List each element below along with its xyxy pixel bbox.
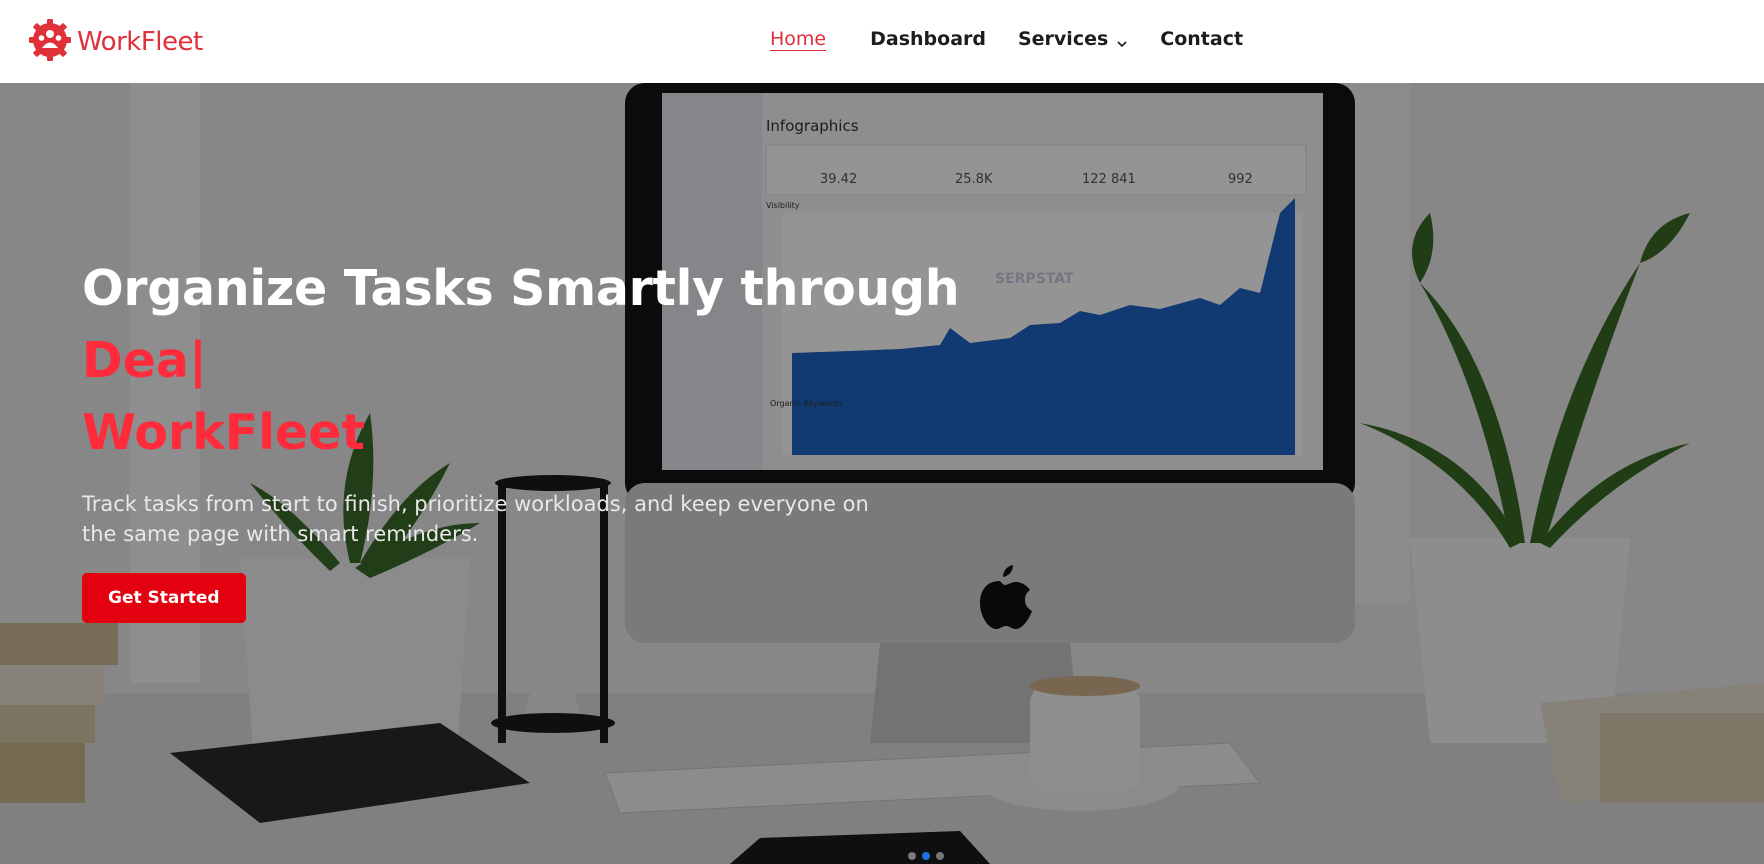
logo[interactable]: WorkFleet bbox=[27, 17, 203, 68]
slider-dot[interactable] bbox=[936, 852, 944, 860]
hero-brand-line: WorkFleet bbox=[82, 404, 365, 461]
nav-contact[interactable]: Contact bbox=[1160, 28, 1243, 50]
hero-description: Track tasks from start to finish, priori… bbox=[82, 492, 869, 546]
slider-dots bbox=[908, 852, 944, 860]
brand-name: WorkFleet bbox=[77, 27, 203, 57]
hero-content: Organize Tasks Smartly through Dea| Work… bbox=[82, 253, 982, 623]
team-gear-icon bbox=[27, 17, 73, 68]
chevron-down-icon bbox=[1116, 33, 1128, 48]
site-header: WorkFleet Home Dashboard Services Contac… bbox=[0, 0, 1764, 83]
get-started-button[interactable]: Get Started bbox=[82, 573, 246, 623]
hero-section: Infographics 39.42 25.8K 122 841 992 Vis… bbox=[0, 83, 1764, 864]
nav-dashboard[interactable]: Dashboard bbox=[870, 28, 986, 50]
slider-dot-active[interactable] bbox=[922, 852, 930, 860]
nav-home[interactable]: Home bbox=[770, 28, 826, 50]
hero-typed-text: Dea| bbox=[82, 332, 207, 389]
nav-services-label: Services bbox=[1017, 28, 1109, 50]
slider-dot[interactable] bbox=[908, 852, 916, 860]
main-nav: Home Dashboard Services Contact bbox=[770, 24, 1275, 54]
hero-title: Organize Tasks Smartly through bbox=[82, 260, 960, 317]
nav-services[interactable]: Services bbox=[1018, 28, 1128, 50]
